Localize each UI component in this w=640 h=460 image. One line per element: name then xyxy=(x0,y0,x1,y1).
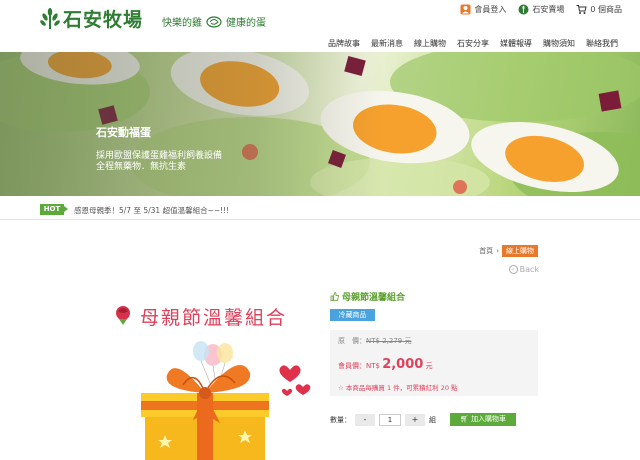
news-ticker: HOT 感恩母親季！5/7 至 5/31 超值溫馨組合~~!!! xyxy=(0,200,640,220)
store-link[interactable]: 石安賣場 xyxy=(518,4,564,15)
star-icon: ☆ xyxy=(338,384,344,392)
site-header: 石安牧場 快樂的雞 健康的蛋 會員登入 石安賣場 0 個商品 品牌故事 最新消息… xyxy=(0,0,640,52)
logo[interactable]: 石安牧場 xyxy=(40,5,143,32)
add-to-cart-label: 加入購物車 xyxy=(471,415,507,423)
nav-item-news[interactable]: 最新消息 xyxy=(371,38,403,49)
quantity-label: 數量： xyxy=(330,415,351,424)
quantity-unit: 組 xyxy=(429,415,436,424)
quantity-decrease-button[interactable]: - xyxy=(355,413,375,426)
member-price-unit: 元 xyxy=(425,362,433,370)
nav-item-brand-story[interactable]: 品牌故事 xyxy=(328,38,360,49)
slogan-right: 健康的蛋 xyxy=(226,18,266,29)
back-arrow-icon: ‹ xyxy=(508,265,518,274)
product-image-caption: 母親節溫馨組合 xyxy=(140,307,288,329)
store-icon xyxy=(518,4,529,15)
slogan: 快樂的雞 健康的蛋 xyxy=(162,14,266,29)
bonus-points: ☆ 本商品每購買 1 件，可累積紅利 20 點 xyxy=(338,382,458,392)
swirl-icon xyxy=(206,15,222,28)
quantity-increase-button[interactable]: + xyxy=(405,413,425,426)
cart-icon xyxy=(576,5,587,14)
member-icon xyxy=(460,4,471,15)
store-label: 石安賣場 xyxy=(532,5,565,14)
refrigerated-tag: 冷藏商品 xyxy=(330,309,375,321)
member-login-link[interactable]: 會員登入 xyxy=(460,4,506,15)
member-price-value: 2,000 xyxy=(382,357,424,372)
thumbs-up-icon xyxy=(330,292,339,301)
hot-badge: HOT xyxy=(40,204,68,215)
quantity-row: 數量： - 1 + 組 🛒︎ 加入購物車 xyxy=(330,413,516,426)
breadcrumb-current[interactable]: 線上購物 xyxy=(502,245,538,257)
banner-title: 石安動福蛋 xyxy=(96,126,151,139)
product-title: 母親節溫馨組合 xyxy=(330,290,405,303)
banner-description-line2: 全程無藥物．無抗生素 xyxy=(96,162,187,172)
original-price: 原 價：NT$ 2,279 元 xyxy=(338,336,411,346)
logo-text: 石安牧場 xyxy=(63,9,144,31)
member-price: 會員價：NT$ 2,000 元 xyxy=(338,357,433,372)
hero-banner: 石安動福蛋 採用歐盟保護蛋雞福利飼養設備 全程無藥物．無抗生素 xyxy=(0,52,640,196)
ticker-text[interactable]: 感恩母親季！5/7 至 5/31 超值溫馨組合~~!!! xyxy=(74,205,229,216)
member-login-label: 會員登入 xyxy=(474,5,507,14)
nav-item-contact[interactable]: 聯絡我們 xyxy=(586,38,618,49)
member-price-label: 會員價：NT$ xyxy=(338,362,380,370)
nav-item-media[interactable]: 媒體報導 xyxy=(500,38,532,49)
product-title-text: 母親節溫馨組合 xyxy=(342,293,406,303)
cart-add-icon: 🛒︎ xyxy=(459,415,469,423)
breadcrumb: 首頁 › 線上購物 xyxy=(479,245,538,257)
wheat-logo-icon xyxy=(40,7,60,29)
price-box: 原 價：NT$ 2,279 元 會員價：NT$ 2,000 元 ☆ 本商品每購買… xyxy=(330,330,538,396)
original-price-label: 原 價： xyxy=(338,337,366,345)
breadcrumb-separator: › xyxy=(496,247,499,255)
nav-item-shopping-guide[interactable]: 購物須知 xyxy=(543,38,575,49)
quantity-input[interactable]: 1 xyxy=(379,413,401,426)
original-price-value: NT$ 2,279 元 xyxy=(366,337,412,345)
cart-link[interactable]: 0 個商品 xyxy=(576,4,622,15)
add-to-cart-button[interactable]: 🛒︎ 加入購物車 xyxy=(450,413,516,426)
main-nav: 品牌故事 最新消息 線上購物 石安分享 媒體報導 購物須知 聯絡我們 xyxy=(328,38,618,49)
nav-item-share[interactable]: 石安分享 xyxy=(457,38,489,49)
cart-label: 0 個商品 xyxy=(590,5,622,14)
bonus-text: 本商品每購買 1 件，可累積紅利 20 點 xyxy=(345,384,458,392)
back-button[interactable]: ‹ Back xyxy=(508,265,539,274)
top-links: 會員登入 石安賣場 0 個商品 xyxy=(460,4,622,15)
breadcrumb-home[interactable]: 首頁 xyxy=(479,246,493,256)
slogan-left: 快樂的雞 xyxy=(162,18,202,29)
nav-item-shop[interactable]: 線上購物 xyxy=(414,38,446,49)
back-label: Back xyxy=(519,265,539,274)
